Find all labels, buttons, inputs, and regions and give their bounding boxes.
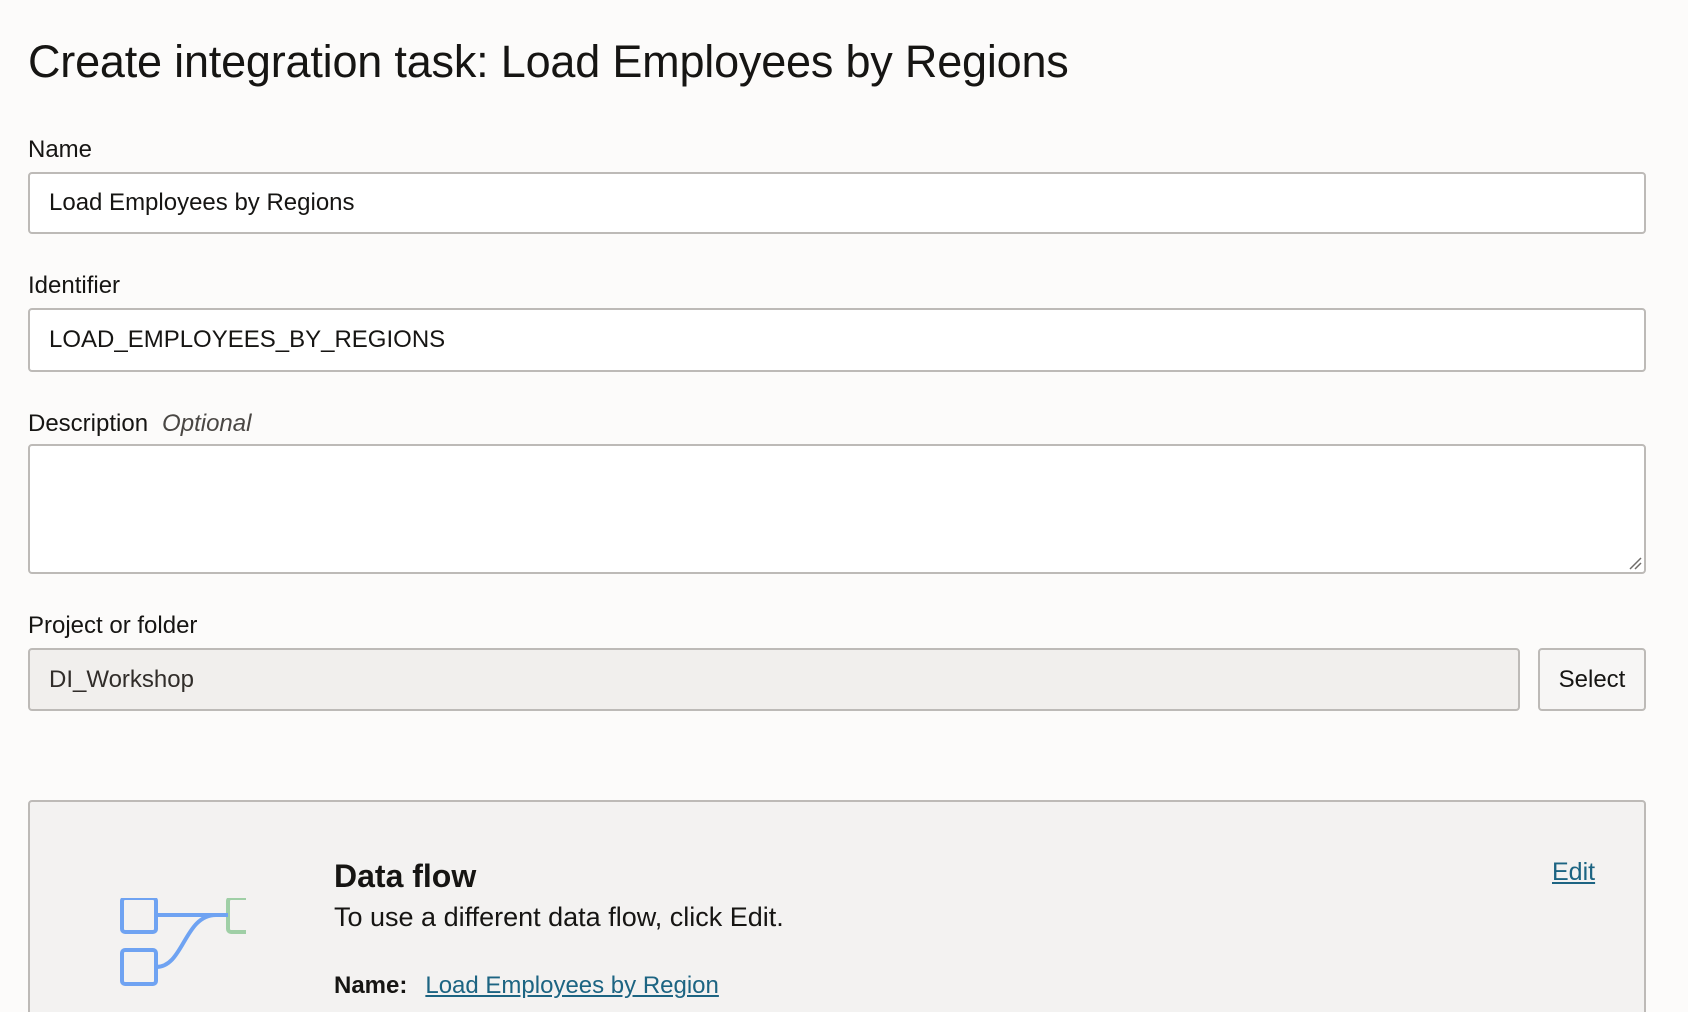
data-flow-name-link[interactable]: Load Employees by Region	[425, 972, 719, 999]
name-input-value: Load Employees by Regions	[49, 189, 355, 216]
select-project-button[interactable]: Select	[1538, 648, 1646, 711]
description-label: Description Optional	[28, 410, 251, 438]
project-input-value: DI_Workshop	[49, 665, 194, 693]
project-label: Project or folder	[28, 612, 198, 639]
identifier-label: Identifier	[28, 272, 121, 299]
description-label-text: Description	[28, 410, 149, 437]
resize-handle-icon[interactable]	[1628, 556, 1642, 570]
data-flow-icon	[120, 898, 246, 986]
data-flow-name-key: Name:	[334, 972, 408, 999]
name-input[interactable]: Load Employees by Regions	[28, 172, 1646, 234]
data-flow-title: Data flow	[334, 858, 477, 894]
project-input: DI_Workshop	[28, 648, 1520, 711]
create-integration-task-page: Create integration task: Load Employees …	[0, 0, 1688, 1012]
identifier-input[interactable]: LOAD_EMPLOYEES_BY_REGIONS	[28, 308, 1646, 372]
data-flow-card: Data flow To use a different data flow, …	[28, 800, 1646, 1012]
optional-hint: Optional	[162, 410, 252, 437]
identifier-input-value: LOAD_EMPLOYEES_BY_REGIONS	[49, 326, 446, 353]
name-label: Name	[28, 136, 93, 163]
description-textarea[interactable]	[28, 444, 1646, 574]
edit-data-flow-link[interactable]: Edit	[1552, 858, 1595, 887]
data-flow-description: To use a different data flow, click Edit…	[334, 902, 784, 932]
data-flow-name-row: Name: Load Employees by Region	[334, 972, 719, 1000]
page-title: Create integration task: Load Employees …	[28, 36, 1069, 87]
